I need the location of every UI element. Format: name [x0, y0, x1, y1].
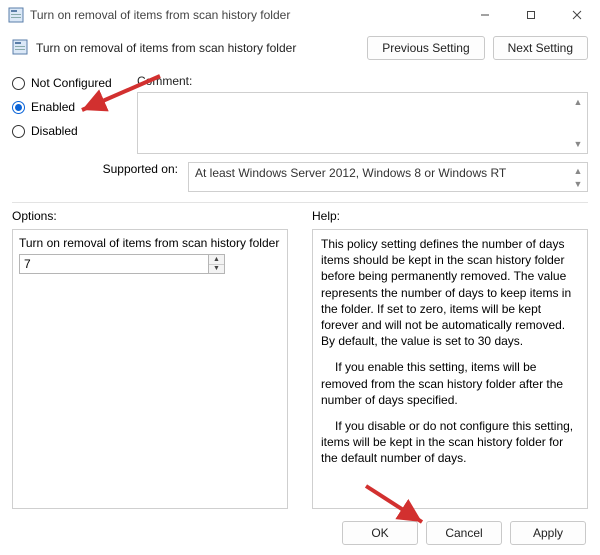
- help-paragraph: If you disable or do not configure this …: [321, 418, 579, 467]
- panes: Options: Turn on removal of items from s…: [0, 209, 600, 519]
- cancel-button[interactable]: Cancel: [426, 521, 502, 545]
- spinner-up-button[interactable]: ▲: [209, 255, 224, 265]
- help-paragraph: This policy setting defines the number o…: [321, 236, 579, 349]
- help-label: Help:: [312, 209, 588, 223]
- window-title: Turn on removal of items from scan histo…: [30, 8, 462, 22]
- supported-on-row: Supported on: At least Windows Server 20…: [0, 158, 600, 198]
- radio-not-configured[interactable]: Not Configured: [12, 76, 127, 90]
- option-item-label: Turn on removal of items from scan histo…: [19, 236, 281, 250]
- days-value: 7: [24, 257, 31, 271]
- options-box: Turn on removal of items from scan histo…: [12, 229, 288, 509]
- help-box: This policy setting defines the number o…: [312, 229, 588, 509]
- days-input[interactable]: 7: [19, 254, 209, 274]
- supported-on-value: At least Windows Server 2012, Windows 8 …: [195, 166, 506, 180]
- divider: [12, 202, 588, 203]
- radio-icon: [12, 101, 25, 114]
- state-radio-group: Not Configured Enabled Disabled: [12, 74, 127, 154]
- radio-enabled[interactable]: Enabled: [12, 100, 127, 114]
- chevron-up-icon: ▲: [570, 164, 586, 177]
- comment-input[interactable]: ▲ ▼: [137, 92, 588, 154]
- supported-on-label: Supported on:: [12, 162, 182, 176]
- previous-setting-button[interactable]: Previous Setting: [367, 36, 484, 60]
- supported-scrollbar[interactable]: ▲ ▼: [570, 164, 586, 190]
- policy-icon: [8, 7, 24, 23]
- next-setting-button[interactable]: Next Setting: [493, 36, 588, 60]
- chevron-down-icon: ▼: [570, 177, 586, 190]
- policy-title: Turn on removal of items from scan histo…: [36, 41, 359, 55]
- help-pane: Help: This policy setting defines the nu…: [312, 209, 588, 519]
- comment-label: Comment:: [137, 74, 588, 88]
- spinner-down-button[interactable]: ▼: [209, 265, 224, 274]
- comment-scrollbar[interactable]: ▲ ▼: [570, 94, 586, 152]
- radio-disabled[interactable]: Disabled: [12, 124, 127, 138]
- chevron-down-icon: ▼: [570, 136, 586, 152]
- options-label: Options:: [12, 209, 288, 223]
- apply-button[interactable]: Apply: [510, 521, 586, 545]
- ok-button[interactable]: OK: [342, 521, 418, 545]
- radio-label: Enabled: [31, 100, 75, 114]
- supported-on-value-box: At least Windows Server 2012, Windows 8 …: [188, 162, 588, 192]
- radio-icon: [12, 77, 25, 90]
- options-pane: Options: Turn on removal of items from s…: [12, 209, 288, 519]
- days-spinner[interactable]: 7 ▲ ▼: [19, 254, 281, 274]
- title-bar: Turn on removal of items from scan histo…: [0, 0, 600, 30]
- close-button[interactable]: [554, 0, 600, 30]
- window-controls: [462, 0, 600, 30]
- spinner-buttons: ▲ ▼: [209, 254, 225, 274]
- help-paragraph: If you enable this setting, items will b…: [321, 359, 579, 408]
- config-area: Not Configured Enabled Disabled Comment:…: [0, 70, 600, 158]
- maximize-button[interactable]: [508, 0, 554, 30]
- policy-icon: [12, 39, 28, 58]
- radio-icon: [12, 125, 25, 138]
- radio-label: Not Configured: [31, 76, 112, 90]
- dialog-footer: OK Cancel Apply: [0, 521, 600, 545]
- radio-label: Disabled: [31, 124, 78, 138]
- chevron-up-icon: ▲: [570, 94, 586, 110]
- header: Turn on removal of items from scan histo…: [0, 30, 600, 70]
- minimize-button[interactable]: [462, 0, 508, 30]
